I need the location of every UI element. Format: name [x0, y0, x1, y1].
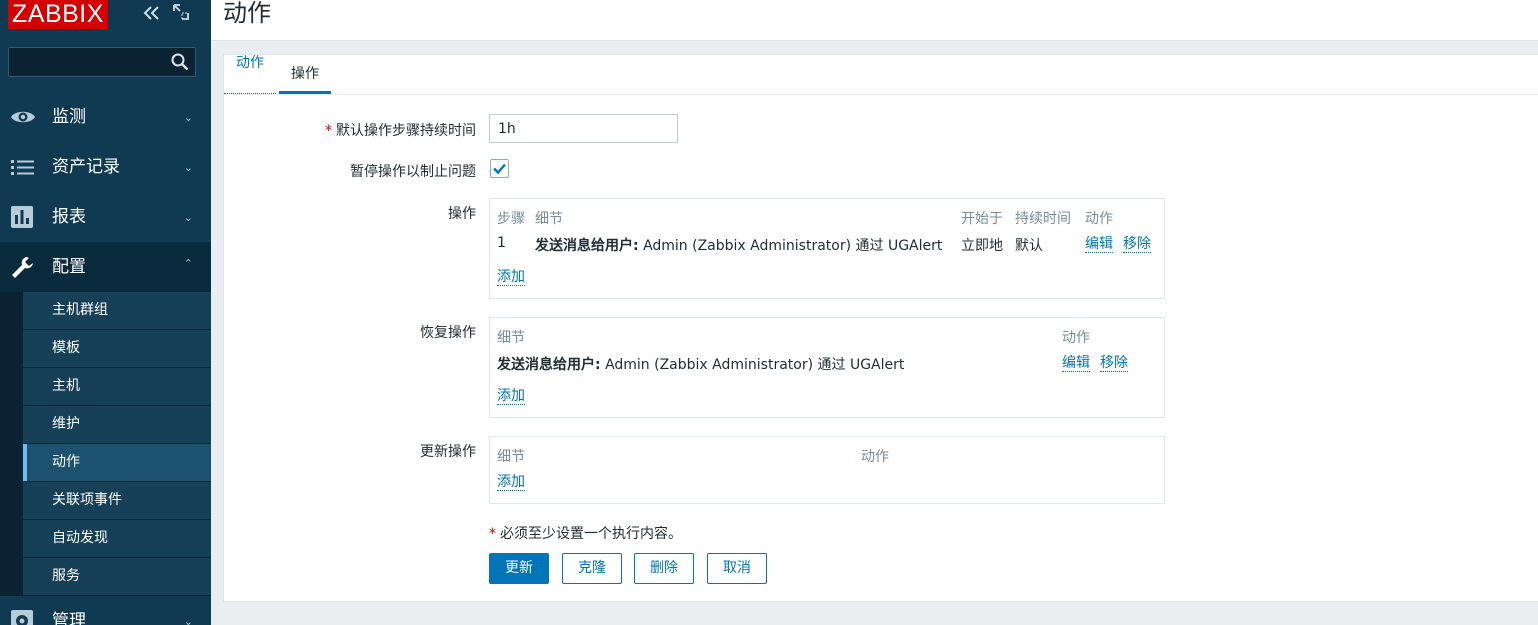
gear-icon [11, 610, 33, 625]
recovery-details: 发送消息给用户: Admin (Zabbix Administrator) 通过… [497, 357, 905, 373]
page-title: 动作 [223, 0, 271, 27]
op-step: 1 [497, 235, 506, 251]
col-duration: 持续时间 [1015, 211, 1071, 227]
pause-checkbox[interactable] [490, 159, 509, 178]
recovery-edit-link[interactable]: 编辑 [1062, 355, 1090, 372]
col-details: 细节 [535, 211, 563, 227]
search-input[interactable] [9, 48, 159, 76]
op-edit-link[interactable]: 编辑 [1085, 236, 1113, 253]
required-marker: * [489, 526, 496, 542]
search-box [8, 47, 196, 77]
menu-item-inventory[interactable]: 资产记录 ⌄ [0, 142, 211, 192]
col-action: 动作 [1085, 211, 1113, 227]
menu-item-reports[interactable]: 报表 ⌄ [0, 192, 211, 242]
operations-label: 操作 [448, 206, 476, 222]
submenu-item-templates[interactable]: 模板 [23, 330, 211, 368]
bar-chart-icon [11, 206, 33, 228]
delete-button[interactable]: 删除 [634, 553, 694, 584]
op-start: 立即地 [961, 238, 1003, 254]
chevron-down-icon: ⌄ [183, 211, 193, 224]
submenu-item-host-groups[interactable]: 主机群组 [23, 292, 211, 330]
wrench-icon [12, 257, 33, 278]
default-duration-label: * 默认操作步骤持续时间 [325, 123, 476, 139]
menu-item-configuration[interactable]: 配置 ⌃ [0, 242, 211, 292]
configuration-submenu: 主机群组 模板 主机 维护 动作 关联项事件 自动发现 服务 [0, 292, 211, 596]
submenu-item-maintenance[interactable]: 维护 [23, 406, 211, 444]
col-start: 开始于 [961, 211, 1003, 227]
recovery-table: 细节 动作 发送消息给用户: Admin (Zabbix Administrat… [489, 317, 1165, 418]
chevron-down-icon: ⌄ [183, 161, 193, 174]
page-header: 动作 [211, 0, 1538, 41]
zabbix-logo[interactable]: ZABBIX [8, 0, 108, 29]
search-icon[interactable] [171, 53, 189, 71]
tab-action[interactable]: 动作 [224, 55, 276, 94]
update-button[interactable]: 更新 [489, 553, 549, 584]
operations-table: 步骤 细节 开始于 持续时间 动作 1 发送消息给用户: Admin (Zabb… [489, 198, 1165, 299]
kiosk-mode-icon[interactable] [172, 3, 190, 21]
required-note: * 必须至少设置一个执行内容。 [489, 526, 682, 542]
recovery-add-link[interactable]: 添加 [497, 388, 525, 405]
chevron-up-icon: ⌃ [183, 257, 193, 270]
action-form: 动作 操作 *默认操作步骤持续时间 暂停操作以制止问题 操作 步骤 细节 开始于… [223, 54, 1538, 602]
submenu-item-hosts[interactable]: 主机 [23, 368, 211, 406]
col-action: 动作 [1062, 330, 1090, 346]
clone-button[interactable]: 克隆 [562, 553, 622, 584]
main-menu: 监测 ⌄ 资产记录 ⌄ 报表 ⌄ 配置 ⌃ 主机群组 模板 主机 维护 动作 关… [0, 92, 211, 625]
list-icon [11, 160, 34, 175]
menu-item-label: 配置 [52, 257, 86, 277]
menu-item-label: 监测 [52, 107, 86, 127]
chevron-down-icon: ⌄ [183, 615, 193, 625]
submenu-item-event-correlation[interactable]: 关联项事件 [23, 482, 211, 520]
sidebar: ZABBIX 监测 ⌄ 资产记录 ⌄ 报表 ⌄ 配置 ⌃ 主机群组 模板 主机 … [0, 0, 211, 625]
menu-item-label: 资产记录 [52, 157, 120, 177]
chevron-down-icon: ⌄ [183, 111, 193, 124]
menu-item-label: 管理 [52, 611, 86, 625]
menu-item-label: 报表 [52, 207, 86, 227]
submenu-rail [0, 292, 23, 596]
menu-item-administration[interactable]: 管理 ⌄ [0, 596, 211, 625]
checkmark-icon [493, 163, 506, 174]
cancel-button[interactable]: 取消 [707, 553, 767, 584]
update-ops-table: 细节 动作 添加 [489, 436, 1165, 504]
default-duration-input[interactable] [489, 114, 678, 143]
op-remove-link[interactable]: 移除 [1123, 236, 1151, 253]
col-step: 步骤 [497, 211, 525, 227]
tab-bar: 动作 操作 [224, 55, 1538, 95]
op-add-link[interactable]: 添加 [497, 269, 525, 286]
recovery-label: 恢复操作 [420, 325, 476, 341]
op-details: 发送消息给用户: Admin (Zabbix Administrator) 通过… [535, 238, 943, 254]
submenu-item-actions[interactable]: 动作 [23, 444, 211, 482]
op-duration: 默认 [1015, 238, 1043, 254]
col-action: 动作 [861, 449, 889, 465]
eye-icon [11, 111, 35, 123]
menu-item-monitoring[interactable]: 监测 ⌄ [0, 92, 211, 142]
recovery-remove-link[interactable]: 移除 [1100, 355, 1128, 372]
update-ops-label: 更新操作 [420, 444, 476, 460]
col-details: 细节 [497, 330, 525, 346]
submenu-item-discovery[interactable]: 自动发现 [23, 520, 211, 558]
tab-operations[interactable]: 操作 [279, 55, 331, 94]
pause-label: 暂停操作以制止问题 [350, 164, 476, 180]
col-details: 细节 [497, 449, 525, 465]
submenu-item-services[interactable]: 服务 [23, 558, 211, 596]
collapse-sidebar-icon[interactable] [142, 2, 162, 24]
required-marker: * [325, 123, 332, 139]
update-ops-add-link[interactable]: 添加 [497, 474, 525, 491]
